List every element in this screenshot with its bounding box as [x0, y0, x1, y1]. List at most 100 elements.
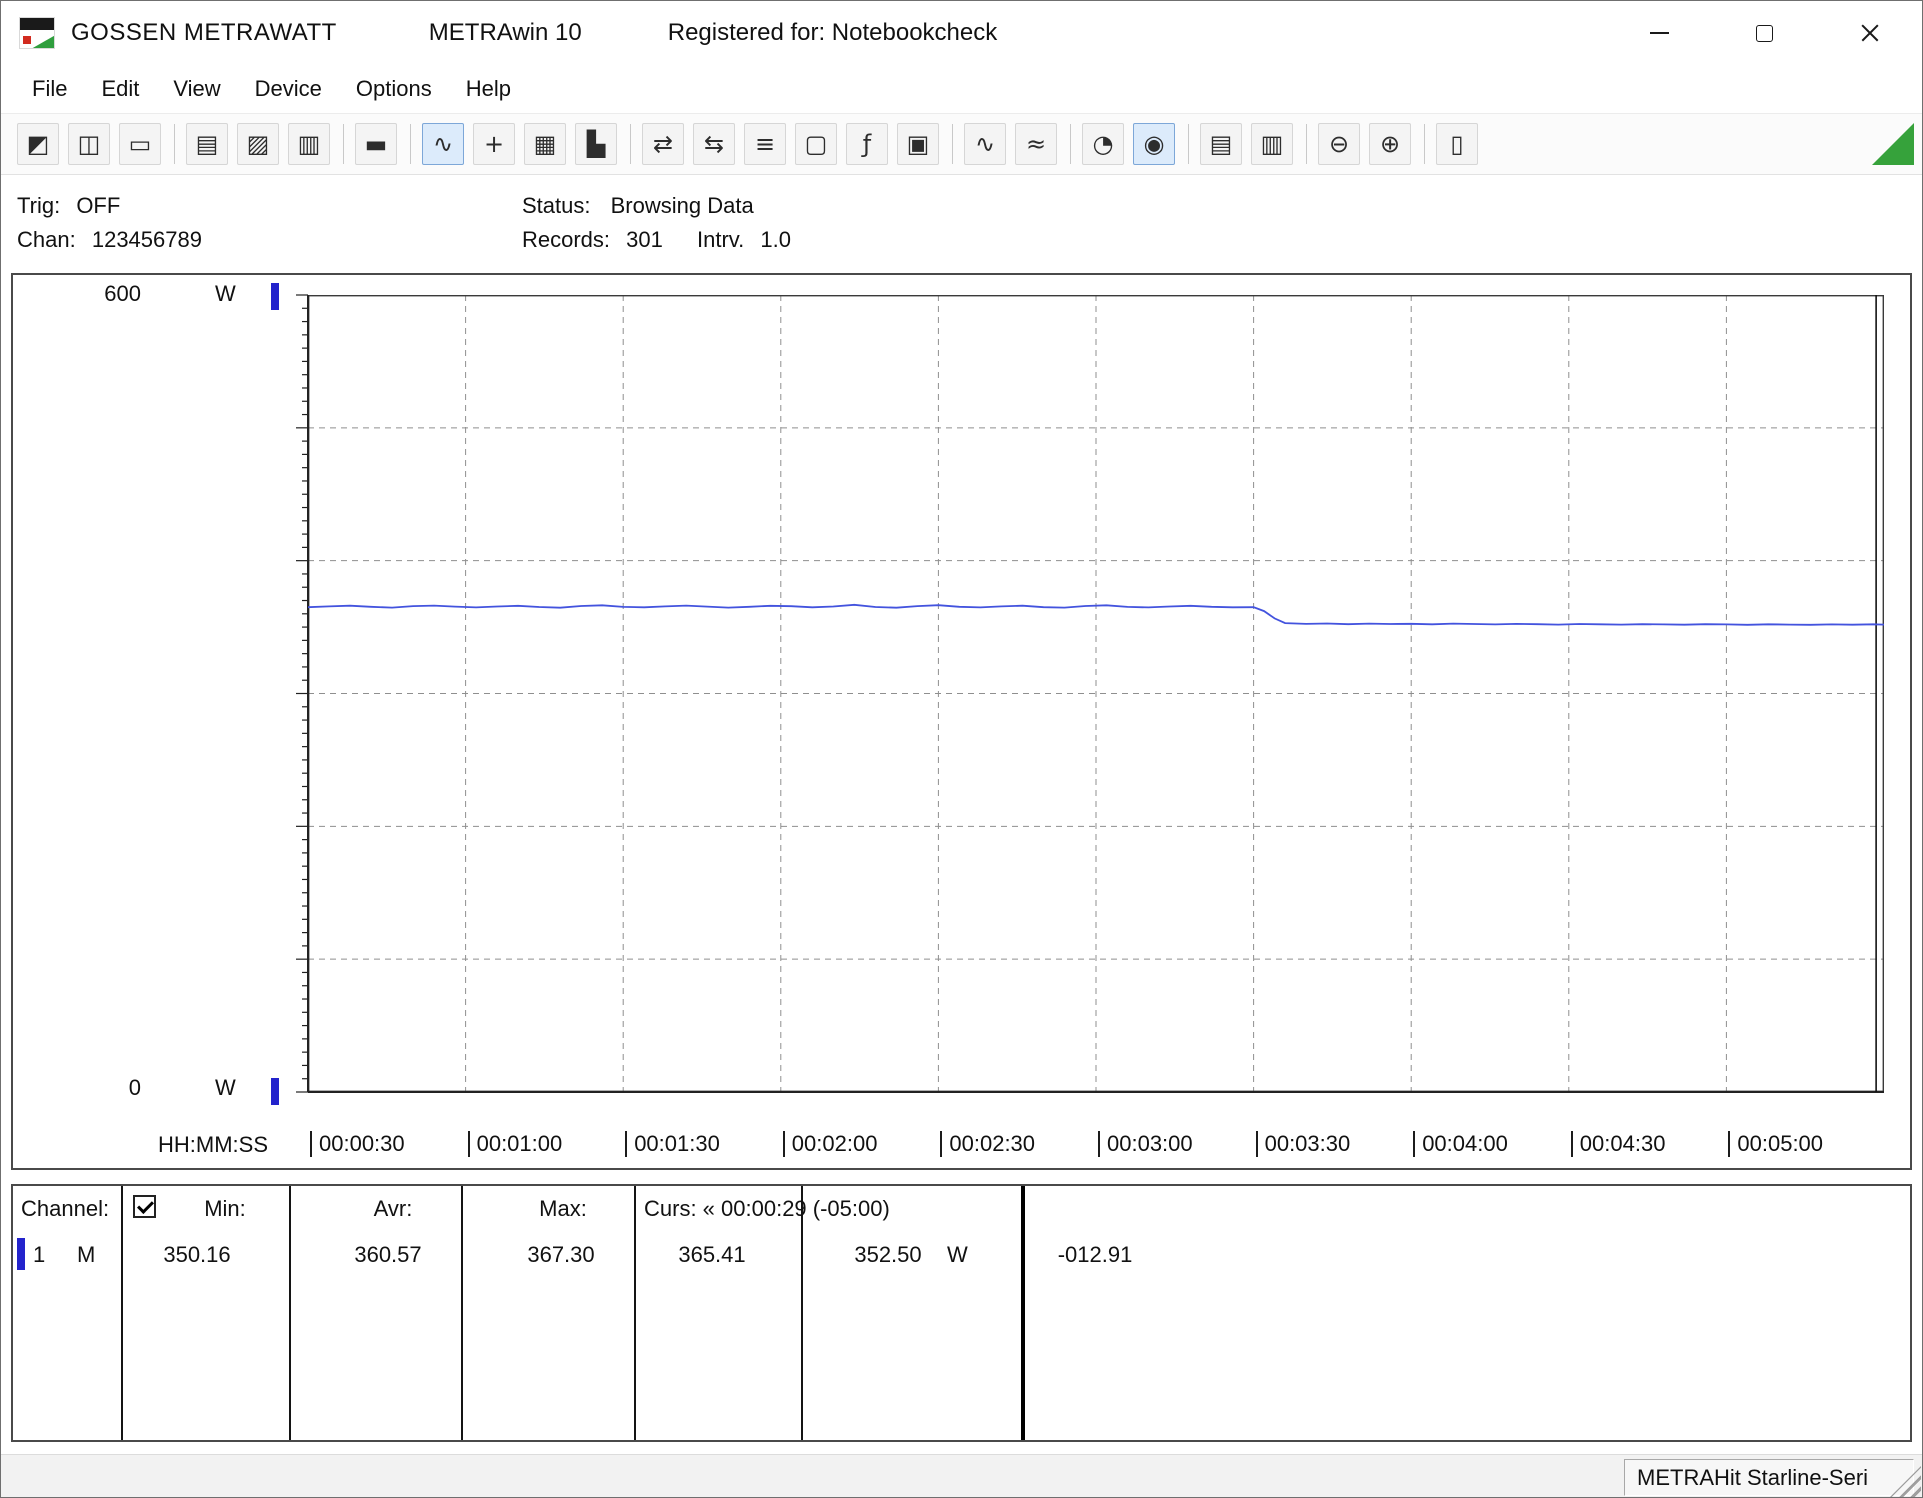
brand-title: GOSSEN METRAWATT: [71, 19, 337, 47]
y-axis-marker-top: [271, 283, 279, 310]
formula-button[interactable]: ƒ: [846, 123, 888, 165]
min-header: Min:: [165, 1194, 285, 1224]
stats-table: Channel: Min: Avr: Max: Curs: « 00:00:29…: [11, 1184, 1912, 1442]
menu-item-options[interactable]: Options: [339, 70, 449, 108]
device-panel-button[interactable]: ▣: [897, 123, 939, 165]
status-bar: METRAHit Starline-Seri: [1, 1454, 1922, 1498]
chan-value: 123456789: [92, 223, 202, 257]
column-divider-thick: [1021, 1186, 1025, 1440]
y-axis-unit-bottom: W: [215, 1075, 236, 1101]
clear-memory-button[interactable]: ▨: [237, 123, 279, 165]
toolbar-separator: [1424, 124, 1425, 164]
x-tick-00:02:30: 00:02:30: [940, 1130, 1035, 1157]
logo-red-square: [23, 36, 31, 44]
table-view-button[interactable]: ▦: [524, 123, 566, 165]
x-tick-mark: [783, 1131, 785, 1157]
app-logo-icon: [19, 17, 55, 49]
channel-visible-checkbox[interactable]: [133, 1195, 156, 1218]
x-tick-mark: [1728, 1131, 1730, 1157]
stat-min-value: 350.16: [137, 1240, 257, 1270]
y-axis-min-label: 0: [81, 1075, 141, 1101]
avr-header: Avr:: [333, 1194, 453, 1224]
close-icon: [1860, 23, 1880, 43]
stat-avr-value: 360.57: [328, 1240, 448, 1270]
channel-number: 1: [33, 1240, 45, 1270]
toolbar: ◩◫▭▤▨▥▬∿+▦▙⇄⇆≡▢ƒ▣∿≈◔◉▤▥⊖⊕▯: [1, 113, 1922, 175]
zoom-out-button[interactable]: ⊖: [1318, 123, 1360, 165]
stat-max-value: 367.30: [501, 1240, 621, 1270]
channel-color-marker: [17, 1238, 25, 1270]
save-button[interactable]: ◩: [17, 123, 59, 165]
info-bar: Trig: OFF Chan: 123456789 Status: Browsi…: [1, 177, 1922, 269]
bar-chart-view-button[interactable]: ▙: [575, 123, 617, 165]
x-tick-00:05:00: 00:05:00: [1728, 1130, 1823, 1157]
chart-panel: 600 W 0 W HH:MM:SS 00:00:3000:01:0000:01…: [11, 273, 1912, 1170]
interval-label: Intrv.: [697, 223, 744, 257]
line-chart-view-button[interactable]: ∿: [422, 123, 464, 165]
maximize-icon: [1756, 25, 1773, 42]
x-tick-mark: [625, 1131, 627, 1157]
store-settings-button[interactable]: ▥: [288, 123, 330, 165]
upload-config-button[interactable]: ⇆: [693, 123, 735, 165]
menu-item-help[interactable]: Help: [449, 70, 528, 108]
titlebar: GOSSEN METRAWATT METRAwin 10 Registered …: [1, 1, 1922, 65]
read-device-memory-button[interactable]: ▤: [186, 123, 228, 165]
column-divider: [461, 1186, 463, 1440]
interval-value: 1.0: [760, 223, 791, 257]
channel-header: Channel:: [21, 1194, 109, 1224]
x-tick-00:03:30: 00:03:30: [1256, 1130, 1351, 1157]
minimize-icon: [1650, 32, 1669, 34]
records-label: Records:: [522, 223, 610, 257]
status-value: Browsing Data: [611, 189, 754, 223]
toolbar-separator: [630, 124, 631, 164]
toolbar-separator: [1070, 124, 1071, 164]
x-tick-mark: [1571, 1131, 1573, 1157]
monitor-button[interactable]: ▢: [795, 123, 837, 165]
print-preview-button[interactable]: ▤: [1200, 123, 1242, 165]
multimeter-display-button[interactable]: ▬: [355, 123, 397, 165]
x-tick-mark: [940, 1131, 942, 1157]
max-header: Max:: [503, 1194, 623, 1224]
save-data-button[interactable]: ◫: [68, 123, 110, 165]
cursor-a-value: 365.41: [652, 1240, 772, 1270]
close-button[interactable]: [1817, 1, 1922, 65]
trigger-button[interactable]: ◉: [1133, 123, 1175, 165]
status-label: Status:: [522, 189, 590, 223]
print-button[interactable]: ▥: [1251, 123, 1293, 165]
open-file-button[interactable]: ▭: [119, 123, 161, 165]
menu-item-edit[interactable]: Edit: [84, 70, 156, 108]
annotation-button[interactable]: ▯: [1436, 123, 1478, 165]
column-divider: [289, 1186, 291, 1440]
x-axis-format-label: HH:MM:SS: [158, 1132, 268, 1158]
menu-item-file[interactable]: File: [15, 70, 84, 108]
plot-area[interactable]: [308, 295, 1884, 1092]
menu-item-device[interactable]: Device: [238, 70, 339, 108]
minimize-button[interactable]: [1607, 1, 1712, 65]
trig-value: OFF: [76, 189, 120, 223]
zoom-in-button[interactable]: ⊕: [1369, 123, 1411, 165]
crosshair-cursors-button[interactable]: +: [473, 123, 515, 165]
x-tick-mark: [310, 1131, 312, 1157]
toolbar-separator: [1188, 124, 1189, 164]
toolbar-resize-wedge: [1872, 123, 1914, 165]
digital-wave-button[interactable]: ≈: [1015, 123, 1057, 165]
toolbar-separator: [174, 124, 175, 164]
toolbar-separator: [343, 124, 344, 164]
device-status-field: METRAHit Starline-Seri: [1624, 1459, 1914, 1496]
x-tick-00:04:00: 00:04:00: [1413, 1130, 1508, 1157]
maximize-button[interactable]: [1712, 1, 1817, 65]
timeline-button[interactable]: ≡: [744, 123, 786, 165]
app-window: GOSSEN METRAWATT METRAwin 10 Registered …: [0, 0, 1923, 1498]
menu-item-view[interactable]: View: [156, 70, 237, 108]
x-tick-mark: [1413, 1131, 1415, 1157]
menu-bar: FileEditViewDeviceOptionsHelp: [1, 65, 1922, 113]
channel-mode: M: [77, 1240, 95, 1270]
analog-wave-button[interactable]: ∿: [964, 123, 1006, 165]
cursor-delta-value: -012.91: [1035, 1240, 1155, 1270]
chan-label: Chan:: [17, 223, 76, 257]
x-tick-mark: [468, 1131, 470, 1157]
x-tick-00:03:00: 00:03:00: [1098, 1130, 1193, 1157]
data-transfer-button[interactable]: ⇄: [642, 123, 684, 165]
scaling-button[interactable]: ◔: [1082, 123, 1124, 165]
x-tick-00:01:30: 00:01:30: [625, 1130, 720, 1157]
